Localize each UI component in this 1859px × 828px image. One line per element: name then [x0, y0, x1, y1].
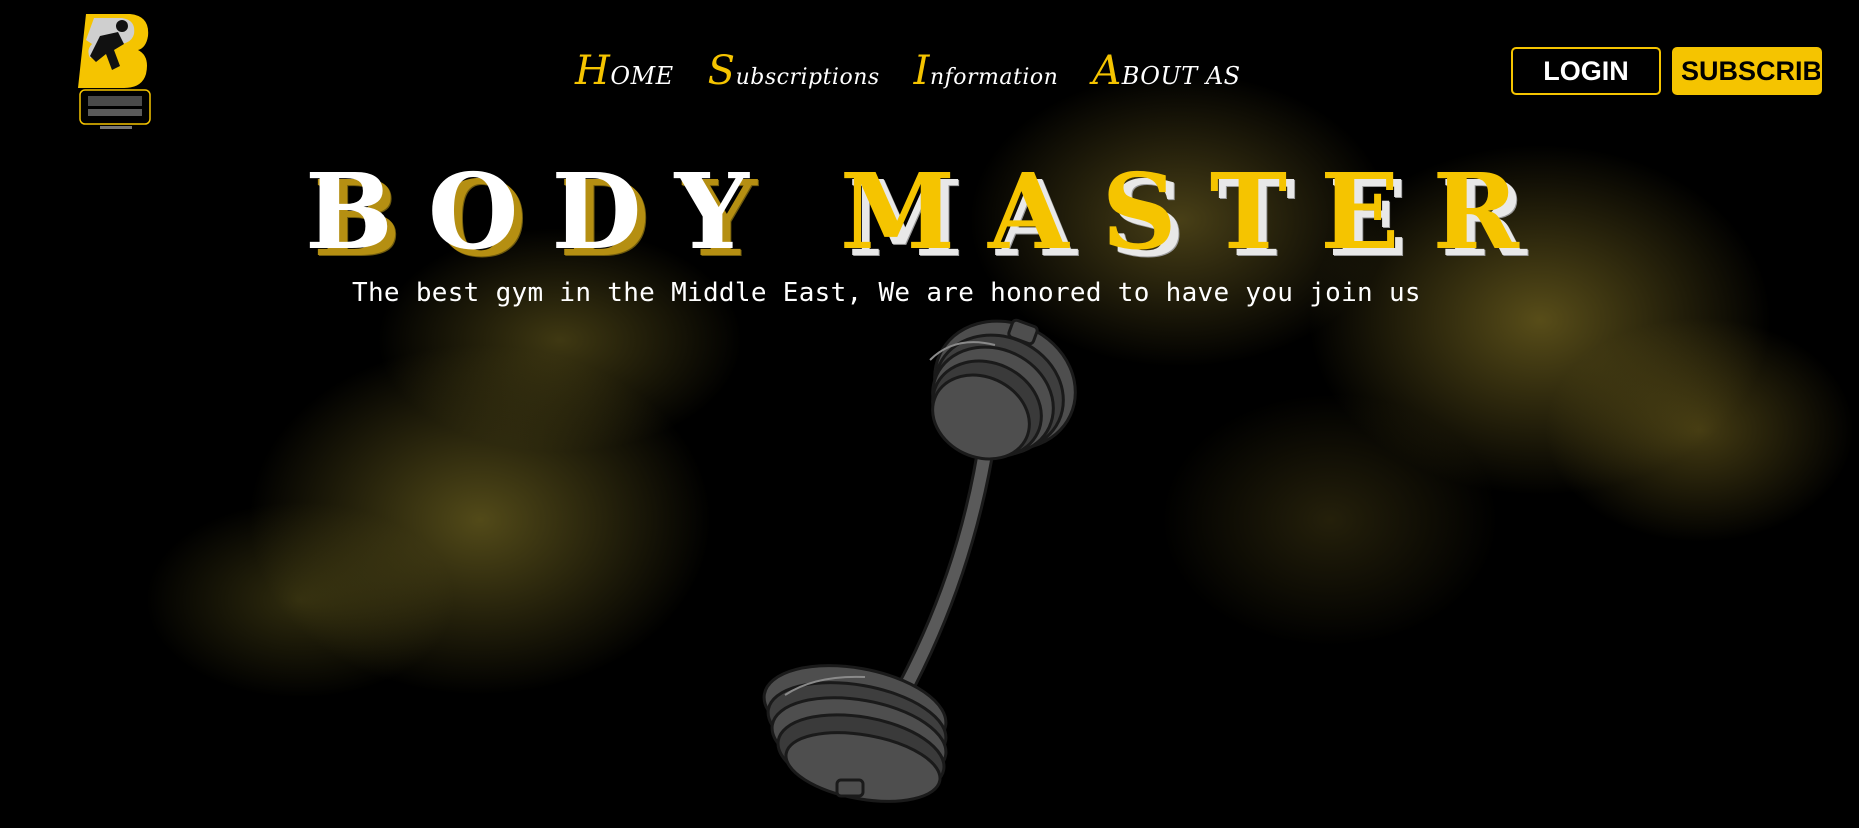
hero-background: HOME Subscriptions Information ABOUT AS … — [0, 0, 1859, 828]
nav-subscriptions-label: ubscriptions — [735, 65, 880, 90]
login-button[interactable]: LOGIN — [1511, 47, 1661, 95]
nav-subscriptions[interactable]: Subscriptions — [708, 48, 880, 94]
nav-subscriptions-initial: S — [707, 48, 736, 94]
nav-home[interactable]: HOME — [575, 48, 674, 94]
nav-home-label: OME — [610, 62, 674, 90]
hero-title: BODY MASTER — [305, 150, 1552, 273]
nav-information-label: nformation — [929, 65, 1059, 90]
hero-title-master: MASTER — [839, 150, 1552, 273]
brand-logo-icon[interactable] — [78, 14, 154, 132]
hero-subtitle: The best gym in the Middle East, We are … — [352, 278, 1421, 308]
barbell-icon — [755, 315, 1095, 805]
nav-about-initial: A — [1092, 48, 1122, 94]
nav-home-initial: H — [575, 48, 611, 94]
nav-about[interactable]: ABOUT AS — [1092, 48, 1240, 94]
nav-about-label: BOUT AS — [1121, 62, 1241, 90]
hero-title-body: BODY — [305, 150, 782, 273]
main-nav: HOME Subscriptions Information ABOUT AS — [575, 48, 1241, 94]
nav-information[interactable]: Information — [914, 48, 1059, 94]
nav-information-initial: I — [913, 48, 930, 94]
subscribe-button[interactable]: SUBSCRIB — [1672, 47, 1822, 95]
